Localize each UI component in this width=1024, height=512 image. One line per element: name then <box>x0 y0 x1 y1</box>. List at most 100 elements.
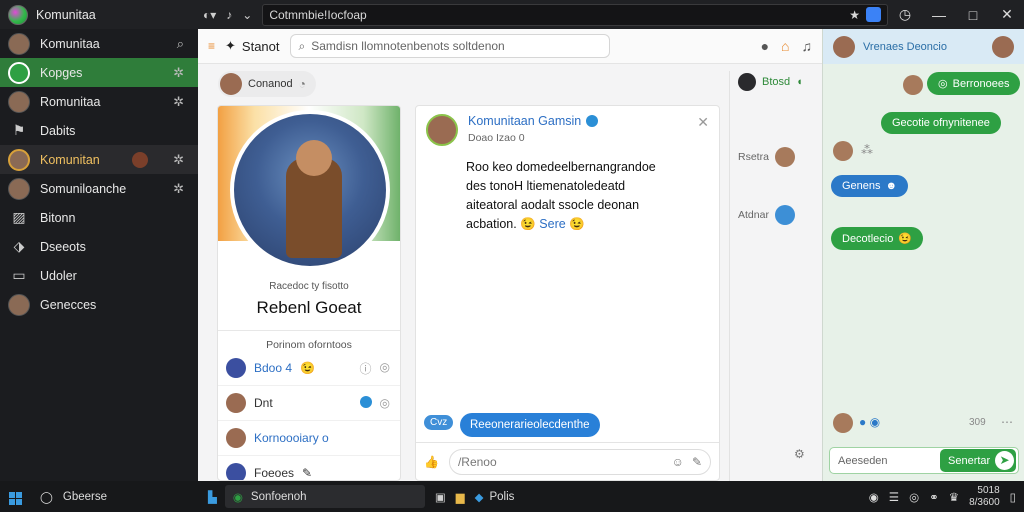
app-icon[interactable]: ▙ <box>208 490 217 504</box>
sound-icon[interactable]: ⚭ <box>929 490 939 504</box>
list-item[interactable]: Atdnar <box>738 205 814 225</box>
flag-icon: ⚑ <box>12 122 26 138</box>
store-icon[interactable]: ◆ <box>475 490 484 504</box>
avatar <box>8 148 30 171</box>
star-icon[interactable]: ★ <box>849 8 860 22</box>
post-meta: Doao Izao 0 <box>468 132 525 144</box>
timer-icon[interactable]: ◷ <box>888 6 922 23</box>
online-icon[interactable] <box>359 396 372 408</box>
verified-icon <box>586 115 599 127</box>
app-title: Komunitaa <box>0 4 197 25</box>
chat-message[interactable]: Gecotie ofnynitenee <box>881 112 1001 134</box>
chat-panel: Vrenaes Deoncio ◎ Berronoees Gecotie ofn… <box>822 29 1024 481</box>
taskbar-search[interactable]: ◯ Gbeerse <box>30 481 198 512</box>
chat-input[interactable]: Aeeseden Senertar ➤ <box>829 447 1019 474</box>
network-icon[interactable]: ◎ <box>909 490 919 504</box>
info-icon[interactable]: ⓘ <box>360 360 372 377</box>
settings-icon[interactable]: ✲ <box>173 65 184 81</box>
close-icon[interactable]: ✕ <box>990 6 1024 23</box>
list-item[interactable]: Rsetra <box>738 147 814 167</box>
check-icon[interactable]: ◎ <box>380 360 390 377</box>
notification-icon[interactable]: ▯ <box>1010 490 1016 504</box>
title-nav: ◐▾ ♪ ⌄ Cotmmbie!Iocfoap ★ <box>197 3 888 26</box>
list-icon[interactable]: ☰ <box>889 490 899 504</box>
chat-message[interactable]: ◎ Berronoees <box>927 72 1021 95</box>
sidebar-item-kopges[interactable]: Kopges ✲ <box>0 58 198 87</box>
avatar <box>774 147 795 167</box>
comment-input[interactable]: /Renoo ☺ ✎ <box>448 448 711 475</box>
pen-icon[interactable]: ✎ <box>692 455 702 469</box>
taskbar-app[interactable]: ◉ Sonfoenoh <box>224 485 425 508</box>
avatar <box>8 293 30 316</box>
status-icon <box>8 61 30 84</box>
search-input[interactable]: ⌕ Samdisn llomnotenbenots soltdenon <box>289 34 610 58</box>
sidebar-item-komunitan[interactable]: Komunitan ✲ <box>0 145 198 174</box>
windows-icon <box>8 491 22 505</box>
like-icon[interactable]: 👍 <box>424 455 439 469</box>
message-count: 309 <box>969 417 986 428</box>
notifications-icon[interactable]: ⌂ <box>781 38 789 54</box>
star-icon[interactable]: ✦ <box>225 38 236 54</box>
send-button[interactable]: Senertar ➤ <box>940 449 1016 472</box>
music-icon[interactable]: ♪ <box>226 8 232 22</box>
avatar <box>226 463 246 480</box>
tag-icon: ⬗ <box>13 238 25 254</box>
post-author[interactable]: Komunitaan Gamsin <box>468 114 581 128</box>
close-icon[interactable]: ✕ <box>697 114 709 131</box>
sidebar-item-romunitaa[interactable]: Romunitaa ✲ <box>0 87 198 116</box>
profile-menu-icon[interactable]: ◐▾ <box>203 8 216 22</box>
sidebar-item-bitonn[interactable]: ▨ Bitonn <box>0 203 198 232</box>
settings-icon[interactable]: ✲ <box>173 94 184 110</box>
user-chip[interactable]: Conanod ◔ <box>218 71 316 97</box>
profile-section-title: Porinom oforntoos <box>266 339 352 351</box>
sidebar-item-genecces[interactable]: Genecces <box>0 290 198 319</box>
list-item[interactable]: Kornoooiary o <box>218 421 400 456</box>
check-icon[interactable]: ◎ <box>380 396 390 410</box>
emoji-icon: 😉 <box>520 217 536 231</box>
folder-icon[interactable]: ▆ <box>456 490 465 504</box>
settings-icon[interactable]: ⚙ <box>794 447 805 461</box>
reply-tag[interactable]: Cvz <box>424 415 454 430</box>
settings-icon[interactable]: ✲ <box>173 152 184 168</box>
sidebar-item-komunitaa[interactable]: Komunitaa ⌕ <box>0 29 198 58</box>
chat-message[interactable]: Genens ☻ <box>831 175 909 197</box>
avatar <box>992 35 1014 58</box>
list-item[interactable]: Foeoes ✎ <box>218 456 400 480</box>
media-icon[interactable]: ◉ <box>869 490 879 504</box>
avatar <box>220 73 242 95</box>
sidebar: Komunitaa ⌕ Kopges ✲ Romunitaa ✲ ⚑ Dabit… <box>0 29 198 481</box>
app-icon: ◉ <box>232 491 243 504</box>
window-icon[interactable]: ▣ <box>435 490 446 504</box>
sidebar-item-somuniloanche[interactable]: Somuniloanche ✲ <box>0 174 198 203</box>
lock-icon[interactable]: ♛ <box>949 490 959 504</box>
emoji-icon[interactable]: ☺ <box>672 455 684 469</box>
search-icon[interactable]: ⌕ <box>177 36 184 52</box>
sidebar-item-udoler[interactable]: ▭ Udoler <box>0 261 198 290</box>
list-item[interactable]: Bdoo 4 😉 ⓘ ◎ <box>218 351 400 386</box>
app-logo-icon <box>8 4 28 25</box>
bell-icon[interactable]: ● <box>761 38 769 54</box>
emoji-icon: 😉 <box>569 217 585 231</box>
maximize-icon[interactable]: □ <box>956 7 990 23</box>
avatar <box>226 428 246 448</box>
headphones-icon[interactable]: ♫ <box>802 38 813 54</box>
sidebar-item-dseeots[interactable]: ⬗ Dseeots <box>0 232 198 261</box>
profile-subtitle: Racedoc ty fisotto <box>269 281 349 292</box>
clock[interactable]: 5018 8/3600 <box>969 485 1000 509</box>
reply-bubble[interactable]: Reeonerarieolecdenthe <box>460 413 600 437</box>
start-button[interactable] <box>0 489 30 505</box>
avatar <box>833 141 853 161</box>
shield-icon[interactable] <box>866 7 881 22</box>
chevron-down-icon[interactable]: ⌄ <box>242 8 252 22</box>
settings-icon[interactable]: ✲ <box>173 181 184 197</box>
list-item[interactable]: Dnt ◎ <box>218 386 400 421</box>
menu-icon[interactable]: ≡ <box>208 39 215 53</box>
address-bar[interactable]: Cotmmbie!Iocfoap ★ <box>262 3 888 26</box>
sidebar-item-dabits[interactable]: ⚑ Dabits <box>0 116 198 145</box>
more-icon[interactable]: ⋯ <box>1001 415 1013 429</box>
gamepad-icon: ✎ <box>302 466 313 480</box>
minimize-icon[interactable]: — <box>922 7 956 23</box>
chat-message[interactable]: Decotlecio 😉 <box>831 227 924 250</box>
taskbar: ◯ Gbeerse ▙ ◉ Sonfoenoh ▣ ▆ ◆ Polis ◉ ☰ … <box>0 481 1024 512</box>
folder-icon: ▭ <box>12 267 26 283</box>
